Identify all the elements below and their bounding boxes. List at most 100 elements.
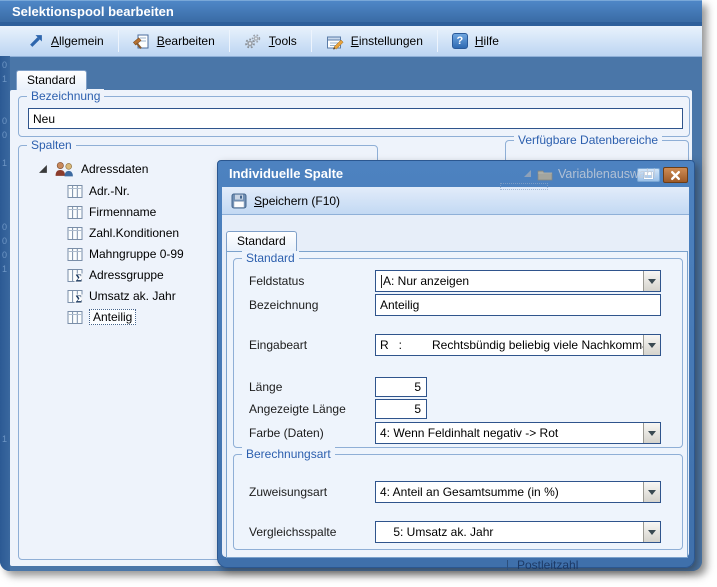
angezeigte-laenge-input[interactable]: 5: [375, 399, 427, 419]
background-digit: 1: [2, 434, 7, 444]
tree-item-adressgruppe[interactable]: Σ Adressgruppe: [67, 266, 164, 284]
feldstatus-label: Feldstatus: [249, 274, 304, 288]
toolbar-label-tools: Tools: [269, 34, 297, 48]
bezeichnung-field-value: Anteilig: [380, 298, 419, 312]
background-digit: 0: [2, 116, 7, 126]
restore-button[interactable]: [637, 168, 660, 182]
toolbar-item-allgemein[interactable]: Allgemein: [16, 29, 115, 53]
bezeichnung-group: Bezeichnung Neu: [18, 96, 690, 137]
farbe-value: 4: Wenn Feldinhalt negativ -> Rot: [376, 423, 643, 443]
tree-item-label: Adr.-Nr.: [89, 184, 130, 198]
laenge-value: 5: [414, 380, 421, 394]
tree-item-label: Zahl.Konditionen: [89, 226, 179, 240]
laenge-label: Länge: [249, 380, 282, 394]
laenge-input[interactable]: 5: [375, 377, 427, 397]
people-icon: [54, 161, 75, 177]
bezeichnung-input-value: Neu: [33, 112, 55, 126]
berechnungsart-group-label: Berechnungsart: [242, 447, 335, 461]
background-digit: 1: [2, 264, 7, 274]
tab-standard-dialog[interactable]: Standard: [226, 231, 297, 251]
zuweisungsart-value: 4: Anteil an Gesamtsumme (in %): [376, 482, 643, 502]
gears-icon: [244, 33, 262, 50]
chevron-down-icon: [648, 343, 656, 352]
eingabeart-value: R : Rechtsbündig beliebig viele Nachkomm…: [376, 335, 643, 355]
table-column-sum-icon: Σ: [67, 268, 83, 283]
expanded-triangle-icon: [39, 165, 48, 174]
tree-item-label: Umsatz ak. Jahr: [89, 289, 176, 303]
background-digit: 0: [2, 222, 7, 232]
chevron-down-icon: [648, 279, 656, 288]
tree-item-adr-nr[interactable]: Adr.-Nr.: [67, 182, 130, 200]
tree-item-adressdaten[interactable]: Adressdaten: [39, 160, 148, 178]
berechnungsart-group: Berechnungsart Zuweisungsart 4: Anteil a…: [233, 454, 683, 550]
tree-item-mahngruppe[interactable]: Mahngruppe 0-99: [67, 245, 184, 263]
main-toolbar: Allgemein Bearbeiten Tools Einstellungen…: [0, 26, 702, 57]
background-digit: 0: [2, 130, 7, 140]
chevron-down-icon: [648, 530, 656, 539]
feldstatus-combobox[interactable]: A: Nur anzeigen: [375, 270, 661, 292]
save-button[interactable]: Speichern (F10): [231, 193, 340, 209]
farbe-combobox[interactable]: 4: Wenn Feldinhalt negativ -> Rot: [375, 422, 661, 444]
edit-hammer-icon: [133, 33, 150, 50]
background-digit: 1: [2, 158, 7, 168]
table-column-icon: [67, 226, 83, 241]
vergleichsspalte-label: Vergleichsspalte: [249, 525, 336, 539]
notepad-pencil-icon: [326, 33, 344, 50]
angezeigte-laenge-label: Angezeigte Länge: [249, 402, 346, 416]
svg-text:Σ: Σ: [76, 273, 83, 283]
feldstatus-value: A: Nur anzeigen: [383, 274, 469, 288]
tree-item-umsatz[interactable]: Σ Umsatz ak. Jahr: [67, 287, 176, 305]
table-column-icon: [67, 310, 83, 325]
toolbar-item-einstellungen[interactable]: Einstellungen: [315, 29, 434, 53]
dialog-individuelle-spalte: Individuelle Spalte Speichern (F10) Stan…: [217, 160, 695, 568]
standard-group: Standard Feldstatus A: Nur anzeigen Beze…: [233, 258, 683, 448]
restore-icon: [644, 172, 653, 179]
text-caret: [381, 275, 382, 288]
background-digit: 0: [2, 60, 7, 70]
eingabeart-combobox[interactable]: R : Rechtsbündig beliebig viele Nachkomm…: [375, 334, 661, 356]
toolbar-separator: [437, 30, 438, 52]
tree-item-label: Adressdaten: [81, 162, 148, 176]
vergleichsspalte-value: 5: Umsatz ak. Jahr: [376, 522, 643, 542]
tree-item-label: Firmenname: [89, 205, 156, 219]
tree-item-label-selected: Anteilig: [89, 309, 136, 325]
toolbar-separator: [118, 30, 119, 52]
toolbar-item-tools[interactable]: Tools: [233, 29, 308, 53]
dialog-title: Individuelle Spalte: [218, 161, 694, 181]
toolbar-label-einstellungen: Einstellungen: [351, 34, 423, 48]
bezeichnung-input[interactable]: Neu: [28, 108, 683, 129]
dropdown-arrow-button[interactable]: [643, 522, 660, 542]
toolbar-item-hilfe[interactable]: ? Hilfe: [441, 29, 510, 53]
toolbar-item-bearbeiten[interactable]: Bearbeiten: [122, 29, 226, 53]
window-titlebar: Selektionspool bearbeiten: [0, 0, 702, 22]
arrow-up-right-icon: [27, 33, 44, 50]
background-digit: 0: [2, 250, 7, 260]
spalten-group-label: Spalten: [27, 138, 76, 152]
toolbar-label-allgemein: Allgemein: [51, 34, 104, 48]
background-window-edge: 0100100011: [0, 56, 10, 571]
bezeichnung-field-label: Bezeichnung: [249, 298, 318, 312]
dropdown-arrow-button[interactable]: [643, 271, 660, 291]
farbe-label: Farbe (Daten): [249, 426, 324, 440]
save-floppy-icon: [231, 193, 247, 209]
dropdown-arrow-button[interactable]: [643, 423, 660, 443]
vergleichsspalte-combobox[interactable]: 5: Umsatz ak. Jahr: [375, 521, 661, 543]
angezeigte-laenge-value: 5: [414, 402, 421, 416]
close-button[interactable]: [663, 167, 688, 183]
zuweisungsart-combobox[interactable]: 4: Anteil an Gesamtsumme (in %): [375, 481, 661, 503]
table-column-icon: [67, 184, 83, 199]
tab-standard-main[interactable]: Standard: [16, 70, 87, 90]
tree-item-zahl-konditionen[interactable]: Zahl.Konditionen: [67, 224, 179, 242]
svg-text:Σ: Σ: [76, 294, 83, 304]
close-icon: [670, 170, 681, 181]
tree-item-firmenname[interactable]: Firmenname: [67, 203, 156, 221]
dialog-tab-panel: Standard Feldstatus A: Nur anzeigen Beze…: [226, 251, 688, 558]
background-digit: 1: [2, 74, 7, 84]
dropdown-arrow-button[interactable]: [643, 482, 660, 502]
toolbar-separator: [311, 30, 312, 52]
bezeichnung-field-input[interactable]: Anteilig: [375, 294, 661, 316]
toolbar-separator: [229, 30, 230, 52]
dialog-titlebar: Individuelle Spalte: [218, 161, 694, 187]
dropdown-arrow-button[interactable]: [643, 335, 660, 355]
tree-item-anteilig[interactable]: Anteilig: [67, 308, 136, 326]
